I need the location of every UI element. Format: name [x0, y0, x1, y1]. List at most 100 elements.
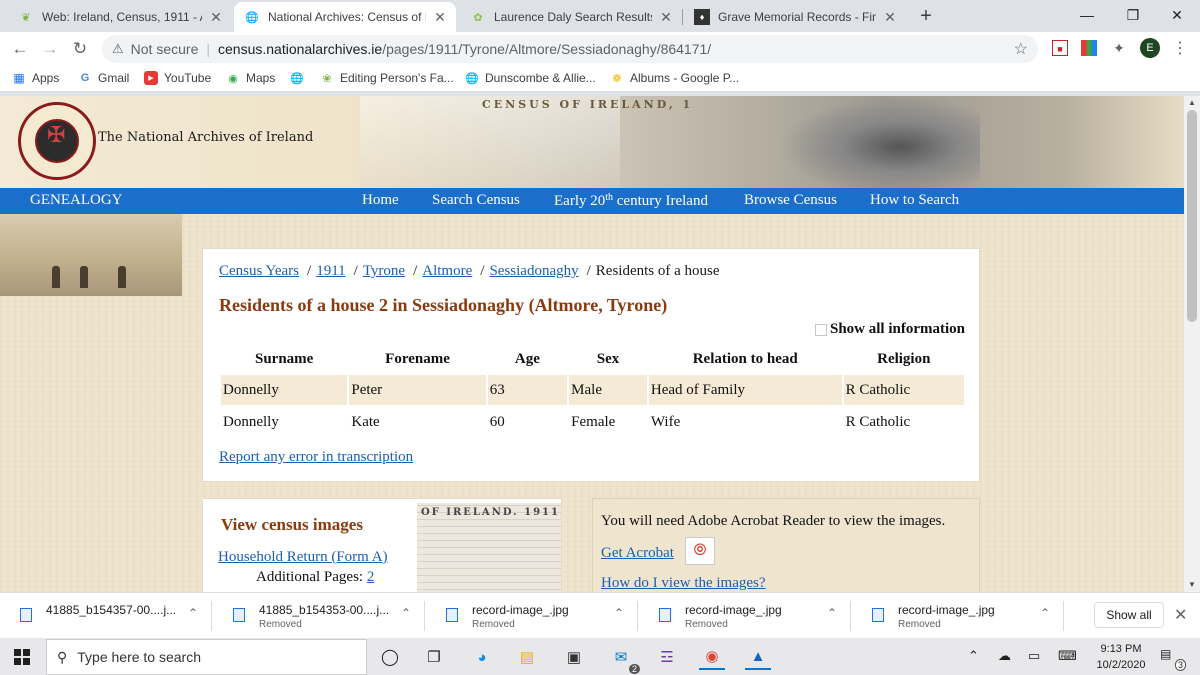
new-tab-button[interactable]: + [914, 5, 938, 29]
bookmark-apps[interactable]: ▦ Apps [12, 71, 59, 85]
minimize-icon[interactable]: — [1064, 0, 1110, 32]
column-header-forename[interactable]: Forename [349, 345, 485, 373]
cell-surname[interactable]: Donnelly [221, 407, 347, 437]
nav-search-census[interactable]: Search Census [432, 192, 520, 209]
calendar-app-icon[interactable]: ☲ [654, 644, 680, 670]
photos-icon[interactable]: ▲ [745, 644, 771, 670]
bookmark-familysearch[interactable]: ❀ Editing Person's Fa... [320, 71, 453, 85]
column-header-relation[interactable]: Relation to head [649, 345, 842, 373]
close-window-icon[interactable]: ✕ [1154, 0, 1200, 32]
chevron-up-icon[interactable]: ⌃ [1040, 606, 1050, 620]
show-all-toggle[interactable]: Show all information [814, 321, 965, 338]
household-return-link[interactable]: Household Return (Form A) [218, 549, 388, 566]
tab-find-a-grave[interactable]: ♦ Grave Memorial Records - Find A ✕ [684, 2, 906, 32]
page-scrollbar[interactable]: ▲ ▼ [1184, 96, 1200, 592]
extensions-puzzle-icon[interactable]: ✦ [1111, 40, 1127, 56]
store-icon[interactable]: ▣ [561, 644, 587, 670]
column-header-religion[interactable]: Religion [844, 345, 964, 373]
bookmark-dunscombe[interactable]: 🌐 Dunscombe & Allie... [465, 71, 596, 85]
nav-early-20th-century[interactable]: Early 20th century Ireland [554, 192, 708, 210]
column-header-surname[interactable]: Surname [221, 345, 347, 373]
security-label[interactable]: Not secure [131, 41, 199, 57]
notification-icon[interactable]: ▤ 3 [1160, 647, 1186, 671]
nav-how-to-search[interactable]: How to Search [870, 192, 959, 209]
menu-dots-icon[interactable]: ⋮ [1172, 38, 1188, 58]
bookmark-maps[interactable]: ◉ Maps [226, 71, 275, 85]
chevron-up-icon[interactable]: ⌃ [827, 606, 837, 620]
bookmark-google-photos[interactable]: ❁ Albums - Google P... [610, 71, 739, 85]
color-extension-icon[interactable] [1081, 40, 1097, 56]
address-bar[interactable]: ⚠ Not secure | census.nationalarchives.i… [102, 35, 1038, 63]
download-item[interactable]: 41885_b154357-00....j... ⌃ [0, 593, 212, 639]
chevron-up-icon[interactable]: ⌃ [401, 606, 411, 620]
bookmark-youtube[interactable]: ▶ YouTube [144, 71, 211, 85]
get-acrobat-link[interactable]: Get Acrobat [601, 545, 674, 562]
cortana-icon[interactable]: ◯ [377, 644, 403, 670]
how-view-images-link[interactable]: How do I view the images? [601, 575, 766, 592]
cell-forename[interactable]: Kate [349, 407, 485, 437]
nav-home[interactable]: Home [362, 192, 399, 209]
scroll-up-icon[interactable]: ▲ [1188, 98, 1196, 107]
url-path[interactable]: /pages/1911/Tyrone/Altmore/Sessiadonaghy… [382, 41, 711, 57]
pdf-icon[interactable]: ⦾ [685, 537, 715, 565]
mail-icon[interactable]: ✉ 2 [608, 644, 640, 674]
download-item[interactable]: record-image_.jpg Removed ⌃ [639, 593, 851, 639]
tab-national-archives[interactable]: 🌐 National Archives: Census of Irela ✕ [234, 2, 456, 32]
url-host[interactable]: census.nationalarchives.ie [218, 41, 382, 57]
restore-icon[interactable]: ❐ [1110, 0, 1156, 32]
cloud-icon[interactable]: ☁ [998, 648, 1011, 664]
show-all-label[interactable]: Show all information [830, 321, 965, 338]
breadcrumb-census-years[interactable]: Census Years [219, 263, 299, 279]
column-header-age[interactable]: Age [488, 345, 567, 373]
bookmark-gmail[interactable]: G Gmail [78, 71, 130, 85]
bookmark-globe[interactable]: 🌐 [290, 71, 310, 85]
taskbar-search-input[interactable]: ⚲ Type here to search [46, 639, 367, 675]
back-icon[interactable]: ← [8, 37, 32, 61]
tab-laurence-daly[interactable]: ✿ Laurence Daly Search Results ✕ [460, 2, 682, 32]
edge-icon[interactable]: ◕ [469, 644, 495, 670]
task-view-icon[interactable]: ❐ [421, 644, 447, 670]
nai-logo[interactable]: ✠ [18, 102, 96, 180]
chevron-up-icon[interactable]: ⌃ [968, 648, 979, 664]
breadcrumb-tyrone[interactable]: Tyrone [363, 263, 405, 279]
close-tab-icon[interactable]: ✕ [658, 9, 674, 26]
scrollbar-thumb[interactable] [1187, 110, 1197, 322]
close-tab-icon[interactable]: ✕ [882, 9, 898, 26]
download-item[interactable]: 41885_b154353-00....j... Removed ⌃ [213, 593, 425, 639]
show-all-checkbox[interactable] [814, 323, 827, 336]
breadcrumb-1911[interactable]: 1911 [316, 263, 345, 279]
keyboard-icon[interactable]: ⌨ [1058, 648, 1077, 664]
breadcrumb-sessiadonaghy[interactable]: Sessiadonaghy [489, 263, 578, 279]
close-tab-icon[interactable]: ✕ [208, 9, 224, 26]
close-tab-icon[interactable]: ✕ [432, 9, 448, 26]
download-item[interactable]: record-image_.jpg Removed ⌃ [852, 593, 1064, 639]
org-name[interactable]: The National Archives of Ireland [98, 130, 313, 145]
shield-extension-icon[interactable]: ■ [1052, 40, 1068, 56]
file-explorer-icon[interactable]: ▤ [514, 644, 540, 670]
warning-icon[interactable]: ⚠ [112, 41, 124, 57]
additional-pages-link[interactable]: 2 [367, 569, 375, 585]
profile-avatar[interactable]: E [1140, 38, 1160, 58]
forward-icon[interactable]: → [38, 37, 62, 61]
tab-ancestry[interactable]: ❦ Web: Ireland, Census, 1911 - Anc ✕ [8, 2, 232, 32]
nav-genealogy[interactable]: GENEALOGY [30, 192, 122, 209]
divider [211, 601, 212, 631]
scroll-down-icon[interactable]: ▼ [1188, 580, 1196, 589]
reload-icon[interactable]: ↻ [68, 37, 92, 61]
cell-surname[interactable]: Donnelly [221, 375, 348, 405]
cell-forename[interactable]: Peter [349, 375, 486, 405]
breadcrumb-altmore[interactable]: Altmore [422, 263, 472, 279]
download-item[interactable]: record-image_.jpg Removed ⌃ [426, 593, 638, 639]
chrome-icon[interactable]: ◉ [699, 644, 725, 670]
nav-browse-census[interactable]: Browse Census [744, 192, 837, 209]
close-icon[interactable]: ✕ [1174, 605, 1187, 625]
windows-start-icon[interactable] [14, 649, 30, 665]
show-all-downloads-button[interactable]: Show all [1094, 602, 1164, 628]
system-clock[interactable]: 9:13 PM 10/2/2020 [1090, 641, 1152, 673]
battery-icon[interactable]: ▭ [1028, 648, 1040, 664]
report-error-link[interactable]: Report any error in transcription [219, 449, 413, 466]
chevron-up-icon[interactable]: ⌃ [188, 606, 198, 620]
chevron-up-icon[interactable]: ⌃ [614, 606, 624, 620]
column-header-sex[interactable]: Sex [569, 345, 647, 373]
bookmark-star-icon[interactable]: ☆ [1014, 39, 1028, 59]
